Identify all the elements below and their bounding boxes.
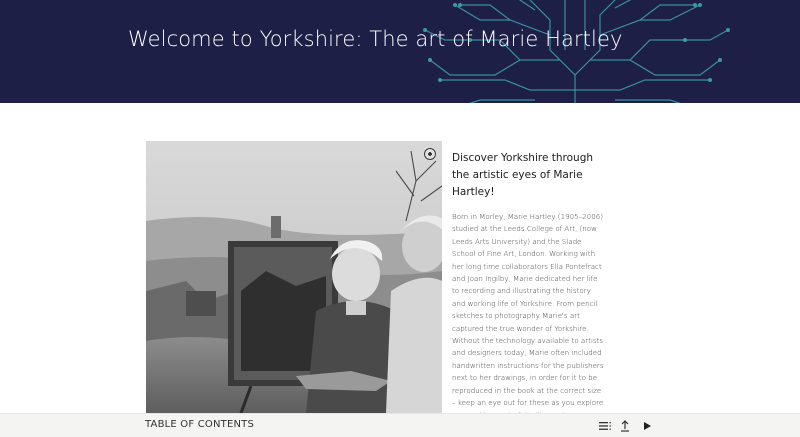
zoom-in-icon[interactable] [424,148,436,160]
article-text: Discover Yorkshire through the artistic … [452,150,604,434]
article-body: Born in Morley, Marie Hartley (1905–2006… [452,212,604,432]
circuit-tree-illustration [423,0,730,103]
share-icon[interactable] [618,419,632,433]
article-photo[interactable] [146,141,442,413]
page-title: Welcome to Yorkshire: The art of Marie H… [128,27,623,51]
list-icon[interactable] [598,419,612,433]
table-of-contents-link[interactable]: TABLE OF CONTENTS [145,419,254,430]
photo-illustration [146,141,442,413]
play-icon[interactable] [640,419,654,433]
header-banner: Welcome to Yorkshire: The art of Marie H… [0,0,800,103]
bottom-toolbar: TABLE OF CONTENTS [0,413,800,437]
article-heading: Discover Yorkshire through the artistic … [452,152,594,198]
